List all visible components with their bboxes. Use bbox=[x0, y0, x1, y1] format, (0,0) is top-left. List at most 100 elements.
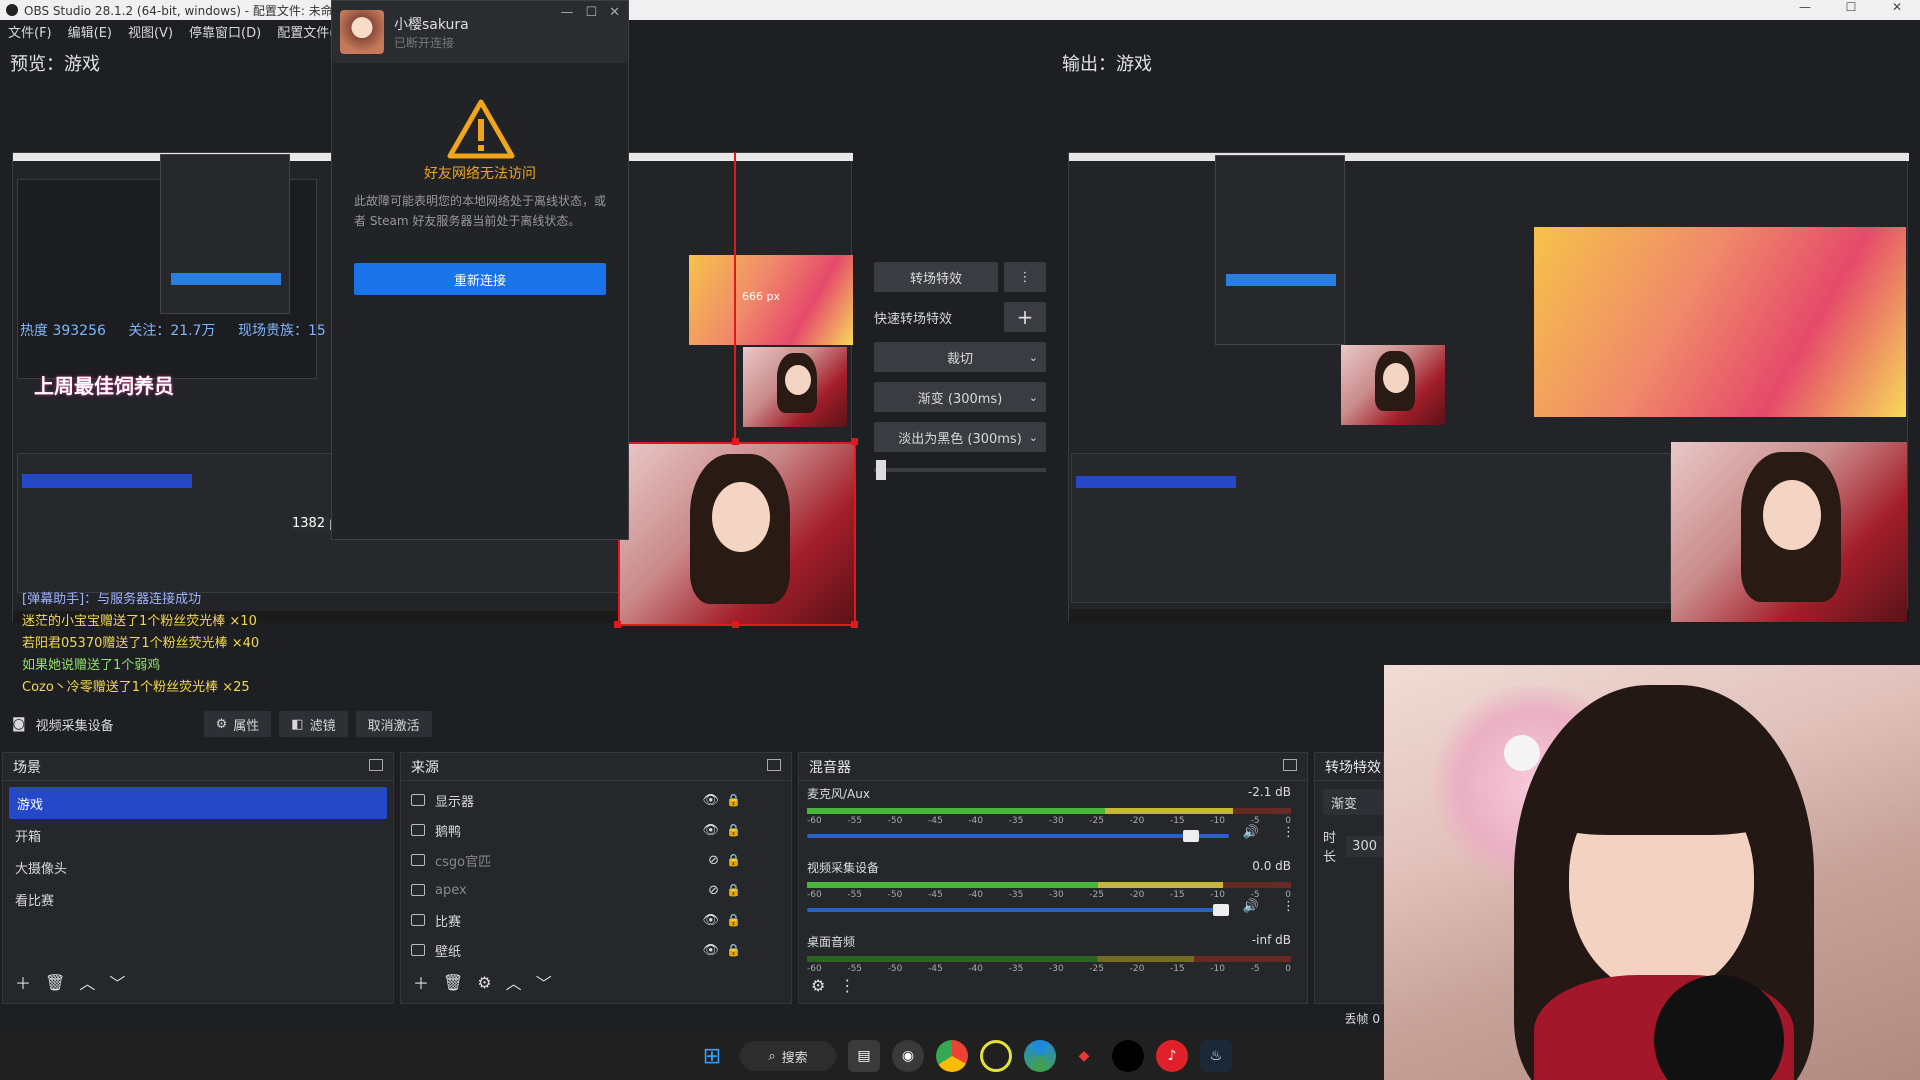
remove-scene-icon[interactable]: 🗑 bbox=[45, 973, 65, 992]
steam-icon[interactable]: ♨ bbox=[1200, 1040, 1232, 1072]
scene-item-unbox[interactable]: 开箱 bbox=[3, 819, 393, 851]
meter-tick: -55 bbox=[847, 890, 863, 900]
source-item-monitor[interactable]: 显示器 👁 🔒 bbox=[401, 785, 771, 815]
channel-menu-icon[interactable]: ⋮ bbox=[1282, 825, 1295, 840]
quick-transition-fade-black[interactable]: 淡出为黑色 (300ms) ⌄ bbox=[874, 422, 1046, 452]
volume-meter bbox=[807, 882, 1291, 888]
source-item-match[interactable]: 比赛 👁 🔒 bbox=[401, 905, 771, 935]
filters-button[interactable]: ◧ 滤镜 bbox=[279, 711, 348, 737]
transition-select[interactable]: 渐变 bbox=[1323, 789, 1383, 815]
properties-button[interactable]: ⚙ 属性 bbox=[203, 711, 272, 737]
speaker-icon[interactable]: 🔊 bbox=[1243, 899, 1259, 914]
maximize-button[interactable]: ☐ bbox=[1828, 0, 1874, 20]
duration-input[interactable]: 300 bbox=[1346, 835, 1383, 857]
netease-music-icon[interactable]: ♪ bbox=[1156, 1040, 1188, 1072]
eye-icon[interactable]: 👁 bbox=[702, 913, 719, 928]
scene-item-bigcam[interactable]: 大摄像头 bbox=[3, 851, 393, 883]
meter-tick: -50 bbox=[887, 816, 903, 826]
move-up-icon[interactable]: ︿ bbox=[79, 970, 95, 994]
scene-item-game[interactable]: 游戏 bbox=[9, 787, 387, 819]
move-up-icon[interactable]: ︿ bbox=[506, 970, 522, 994]
advanced-audio-icon[interactable]: ⚙ bbox=[811, 976, 825, 995]
add-quick-transition-button[interactable]: + bbox=[1004, 302, 1046, 332]
lock-icon[interactable]: 🔒 bbox=[726, 913, 741, 927]
meter-tick: -50 bbox=[887, 890, 903, 900]
eye-icon[interactable]: 👁 bbox=[702, 943, 719, 958]
menu-docks[interactable]: 停靠窗口(D) bbox=[189, 22, 261, 44]
eye-icon[interactable]: 👁 bbox=[702, 793, 719, 808]
gamepad-icon bbox=[411, 884, 425, 896]
dialog-maximize-icon[interactable]: ☐ bbox=[585, 5, 597, 20]
app-ring-icon[interactable] bbox=[980, 1040, 1012, 1072]
eye-icon[interactable]: 👁 bbox=[702, 823, 719, 838]
source-selection-box[interactable] bbox=[618, 442, 856, 626]
dropped-frames: 丢帧 0 bbox=[1344, 1012, 1380, 1026]
lock-icon[interactable]: 🔒 bbox=[726, 793, 741, 807]
eye-hidden-icon[interactable]: ⊘ bbox=[708, 853, 719, 868]
channel-menu-icon[interactable]: ⋮ bbox=[1282, 899, 1295, 914]
taskbar-search[interactable]: ⌕ 搜索 bbox=[740, 1041, 836, 1071]
mixer-channel-db: -inf dB bbox=[1251, 933, 1291, 947]
scene-item-watch-match[interactable]: 看比赛 bbox=[3, 883, 393, 915]
menu-edit[interactable]: 编辑(E) bbox=[68, 22, 112, 44]
image-icon bbox=[411, 944, 425, 956]
program-label: 输出：游戏 bbox=[1062, 54, 1152, 75]
meter-ticks: -60 -55 -50 -45 -40 -35 -30 -25 -20 -15 -10 -5 0 bbox=[807, 890, 1299, 900]
source-item-goose[interactable]: 鹅鸭 👁 🔒 bbox=[401, 815, 771, 845]
transition-effects-button[interactable]: 转场特效 bbox=[874, 262, 998, 292]
meter-tick: -20 bbox=[1129, 816, 1145, 826]
move-down-icon[interactable]: ﹀ bbox=[536, 970, 552, 994]
mixer-channel-header: 视频采集设备 0.0 dB bbox=[807, 855, 1299, 876]
transition-menu-button[interactable]: ⋮ bbox=[1004, 262, 1046, 292]
lock-icon[interactable]: 🔒 bbox=[726, 823, 741, 837]
mixer-menu-icon[interactable]: ⋮ bbox=[839, 976, 855, 995]
dialog-close-icon[interactable]: ✕ bbox=[609, 5, 620, 20]
taskbar-icons: ⊞ ⌕ 搜索 ▤ ◉ ◆ ♪ ♨ bbox=[696, 1040, 1232, 1072]
close-button[interactable]: ✕ bbox=[1874, 0, 1920, 20]
undock-icon[interactable] bbox=[369, 759, 383, 771]
windows-start-icon[interactable]: ⊞ bbox=[696, 1040, 728, 1072]
undock-icon[interactable] bbox=[1283, 759, 1297, 771]
quick-transition-cut[interactable]: 裁切 ⌄ bbox=[874, 342, 1046, 372]
steam-friends-dialog: 小樱sakura 已断开连接 — ☐ ✕ 好友网络无法访问 此故障可能表明您的本… bbox=[331, 0, 629, 540]
volume-slider[interactable] bbox=[807, 904, 1229, 916]
source-item-apex[interactable]: apex ⊘ 🔒 bbox=[401, 875, 771, 905]
quick-transition-fade[interactable]: 渐变 (300ms) ⌄ bbox=[874, 382, 1046, 412]
dialog-minimize-icon[interactable]: — bbox=[560, 5, 573, 20]
game-app-icon[interactable]: ◆ bbox=[1068, 1040, 1100, 1072]
reconnect-button[interactable]: 重新连接 bbox=[354, 263, 606, 295]
add-scene-icon[interactable]: ＋ bbox=[15, 970, 31, 994]
source-item-csgo[interactable]: csgo官匹 ⊘ 🔒 bbox=[401, 845, 771, 875]
obs-taskbar-icon[interactable]: ◉ bbox=[892, 1040, 924, 1072]
gear-icon: ⚙ bbox=[215, 716, 228, 732]
menu-view[interactable]: 视图(V) bbox=[128, 22, 173, 44]
mixer-channel-name: 麦克风/Aux bbox=[807, 787, 870, 801]
browser-icon[interactable] bbox=[1024, 1040, 1056, 1072]
source-settings-icon[interactable]: ⚙ bbox=[477, 973, 491, 992]
add-source-icon[interactable]: ＋ bbox=[413, 970, 429, 994]
move-down-icon[interactable]: ﹀ bbox=[109, 970, 125, 994]
chrome-icon[interactable] bbox=[936, 1040, 968, 1072]
task-view-icon[interactable]: ▤ bbox=[848, 1040, 880, 1072]
sources-title: 来源 bbox=[401, 753, 791, 781]
lock-icon[interactable]: 🔒 bbox=[726, 943, 741, 957]
deactivate-button[interactable]: 取消激活 bbox=[355, 711, 432, 737]
meter-tick: -35 bbox=[1008, 890, 1024, 900]
lock-icon[interactable]: 🔒 bbox=[726, 883, 741, 897]
volume-knob[interactable] bbox=[1213, 904, 1229, 916]
minimize-button[interactable]: — bbox=[1782, 0, 1828, 20]
eye-hidden-icon[interactable]: ⊘ bbox=[708, 883, 719, 898]
gamepad-icon bbox=[411, 824, 425, 836]
undock-icon[interactable] bbox=[767, 759, 781, 771]
webcam-overlay bbox=[1384, 665, 1920, 1080]
black-circle-app-icon[interactable] bbox=[1112, 1040, 1144, 1072]
lock-icon[interactable]: 🔒 bbox=[726, 853, 741, 867]
remove-source-icon[interactable]: 🗑 bbox=[443, 973, 463, 992]
warning-title: 好友网络无法访问 bbox=[424, 166, 536, 182]
speaker-icon[interactable]: 🔊 bbox=[1243, 825, 1259, 840]
duration-label: 时长 bbox=[1323, 831, 1337, 865]
menu-file[interactable]: 文件(F) bbox=[8, 22, 52, 44]
volume-slider[interactable] bbox=[807, 830, 1229, 842]
volume-knob[interactable] bbox=[1183, 830, 1200, 842]
tbar-slider[interactable] bbox=[874, 460, 1046, 480]
